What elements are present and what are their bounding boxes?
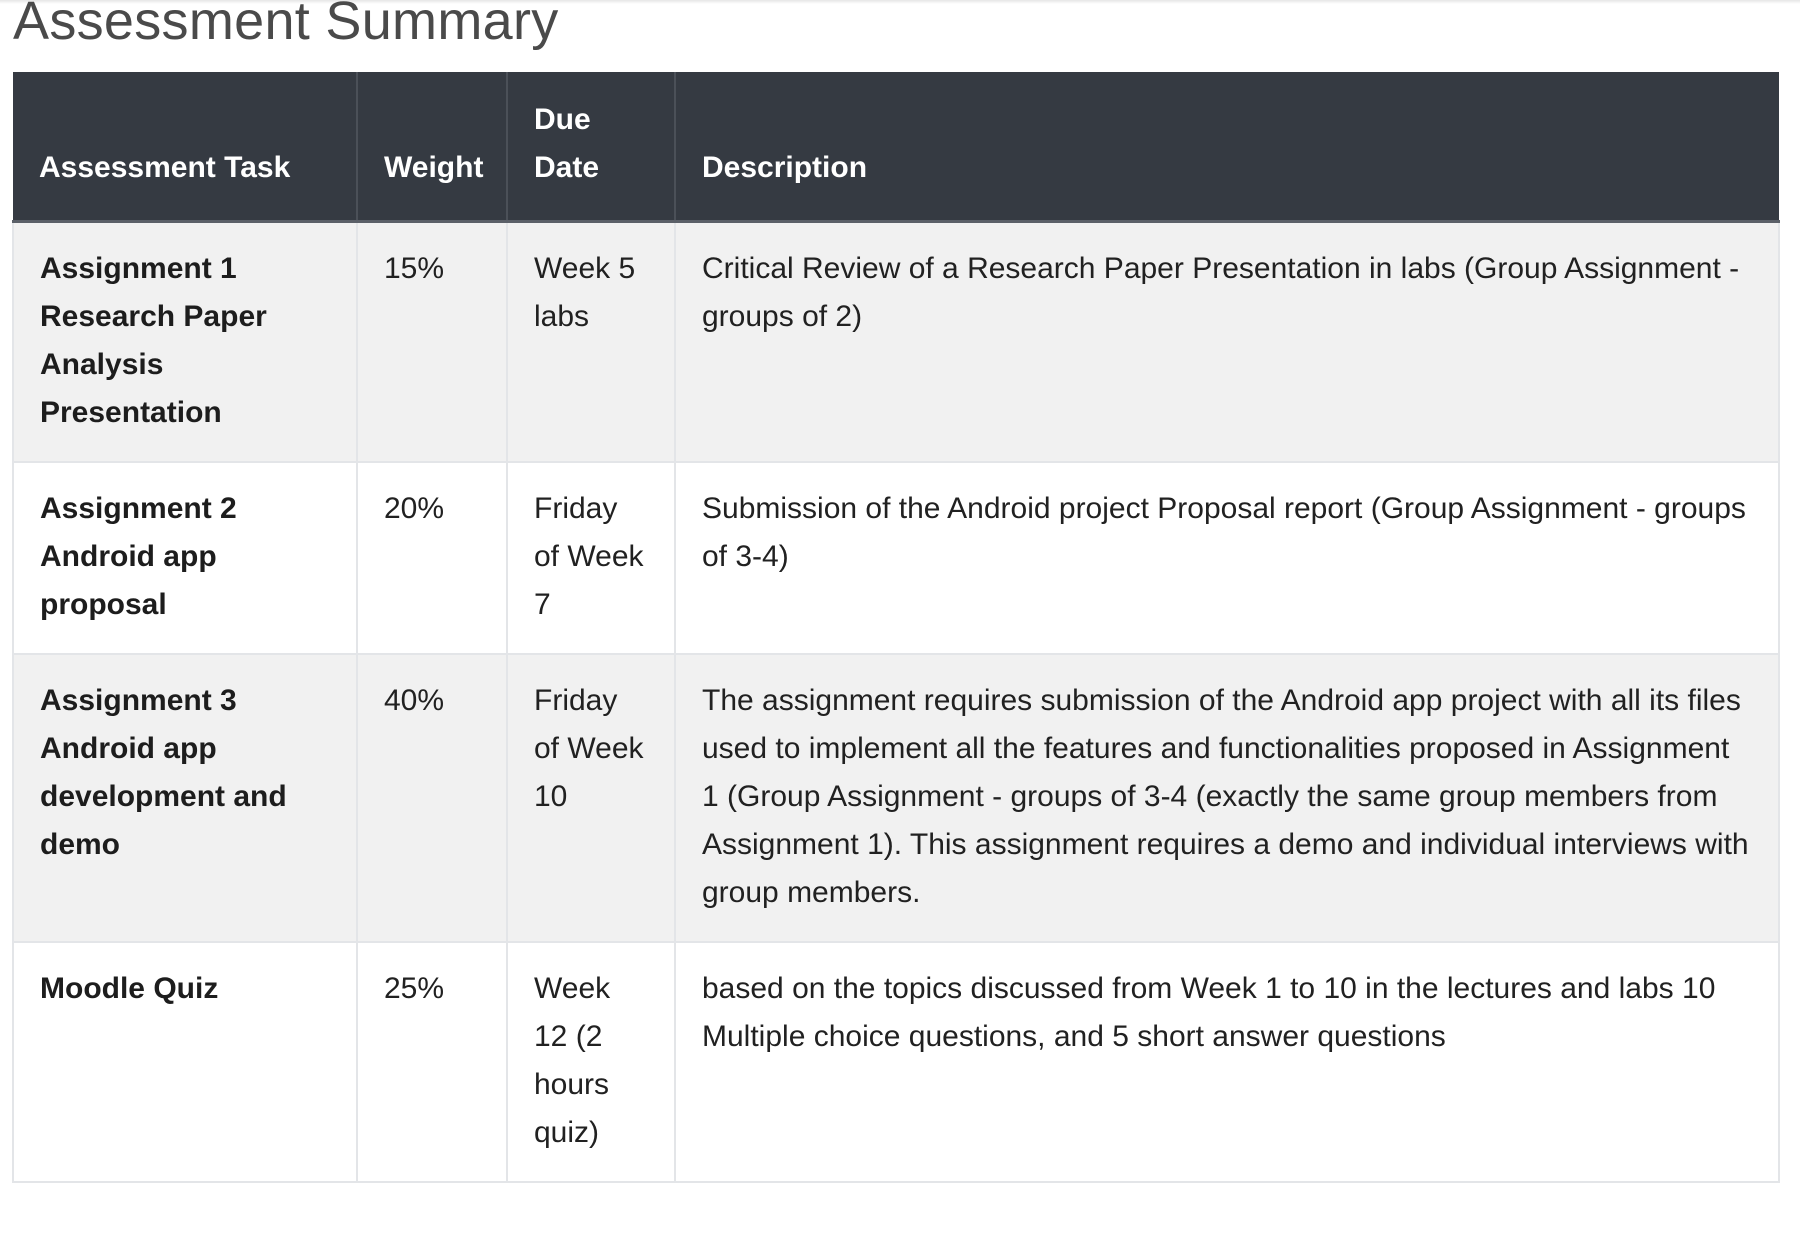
table-row: Assignment 1 Research Paper Analysis Pre… bbox=[12, 220, 1780, 463]
task-subtitle: Android app development and demo bbox=[40, 732, 287, 861]
description-cell: Submission of the Android project Propos… bbox=[674, 461, 1780, 655]
task-cell: Moodle Quiz bbox=[12, 941, 358, 1183]
task-subtitle: Android app proposal bbox=[40, 540, 217, 621]
description-cell: The assignment requires submission of th… bbox=[674, 653, 1780, 943]
weight-cell: 20% bbox=[356, 461, 508, 655]
weight-cell: 25% bbox=[356, 941, 508, 1183]
header-assessment-task: Assessment Task bbox=[13, 72, 358, 222]
due-date-cell: Friday of Week 10 bbox=[506, 653, 676, 943]
description-cell: based on the topics discussed from Week … bbox=[674, 941, 1780, 1183]
task-subtitle: Research Paper Analysis Presentation bbox=[40, 300, 267, 429]
task-title: Assignment 2 bbox=[40, 492, 237, 525]
assessment-summary-table: Assessment Task Weight Due Date Descript… bbox=[12, 72, 1780, 1183]
task-cell: Assignment 1 Research Paper Analysis Pre… bbox=[12, 220, 358, 463]
table-row: Assignment 3 Android app development and… bbox=[12, 653, 1780, 943]
task-title: Assignment 3 bbox=[40, 684, 237, 717]
task-title: Assignment 1 bbox=[40, 252, 237, 285]
table-header: Assessment Task Weight Due Date Descript… bbox=[13, 72, 1779, 222]
table-row: Moodle Quiz 25% Week 12 (2 hours quiz) b… bbox=[12, 941, 1780, 1183]
header-weight: Weight bbox=[357, 72, 508, 222]
task-cell: Assignment 2 Android app proposal bbox=[12, 461, 358, 655]
header-due-date: Due Date bbox=[507, 72, 676, 222]
task-cell: Assignment 3 Android app development and… bbox=[12, 653, 358, 943]
page-title: Assessment Summary bbox=[13, 0, 559, 51]
due-date-cell: Friday of Week 7 bbox=[506, 461, 676, 655]
due-date-cell: Week 12 (2 hours quiz) bbox=[506, 941, 676, 1183]
weight-cell: 40% bbox=[356, 653, 508, 943]
page: Assessment Summary Assessment Task Weigh… bbox=[0, 0, 1800, 1252]
description-cell: Critical Review of a Research Paper Pres… bbox=[674, 220, 1780, 463]
table-row: Assignment 2 Android app proposal 20% Fr… bbox=[12, 461, 1780, 655]
header-row: Assessment Task Weight Due Date Descript… bbox=[13, 72, 1779, 222]
task-title: Moodle Quiz bbox=[40, 972, 219, 1005]
weight-cell: 15% bbox=[356, 220, 508, 463]
table-body: Assignment 1 Research Paper Analysis Pre… bbox=[12, 220, 1780, 1183]
due-date-cell: Week 5 labs bbox=[506, 220, 676, 463]
header-description: Description bbox=[675, 72, 1779, 222]
